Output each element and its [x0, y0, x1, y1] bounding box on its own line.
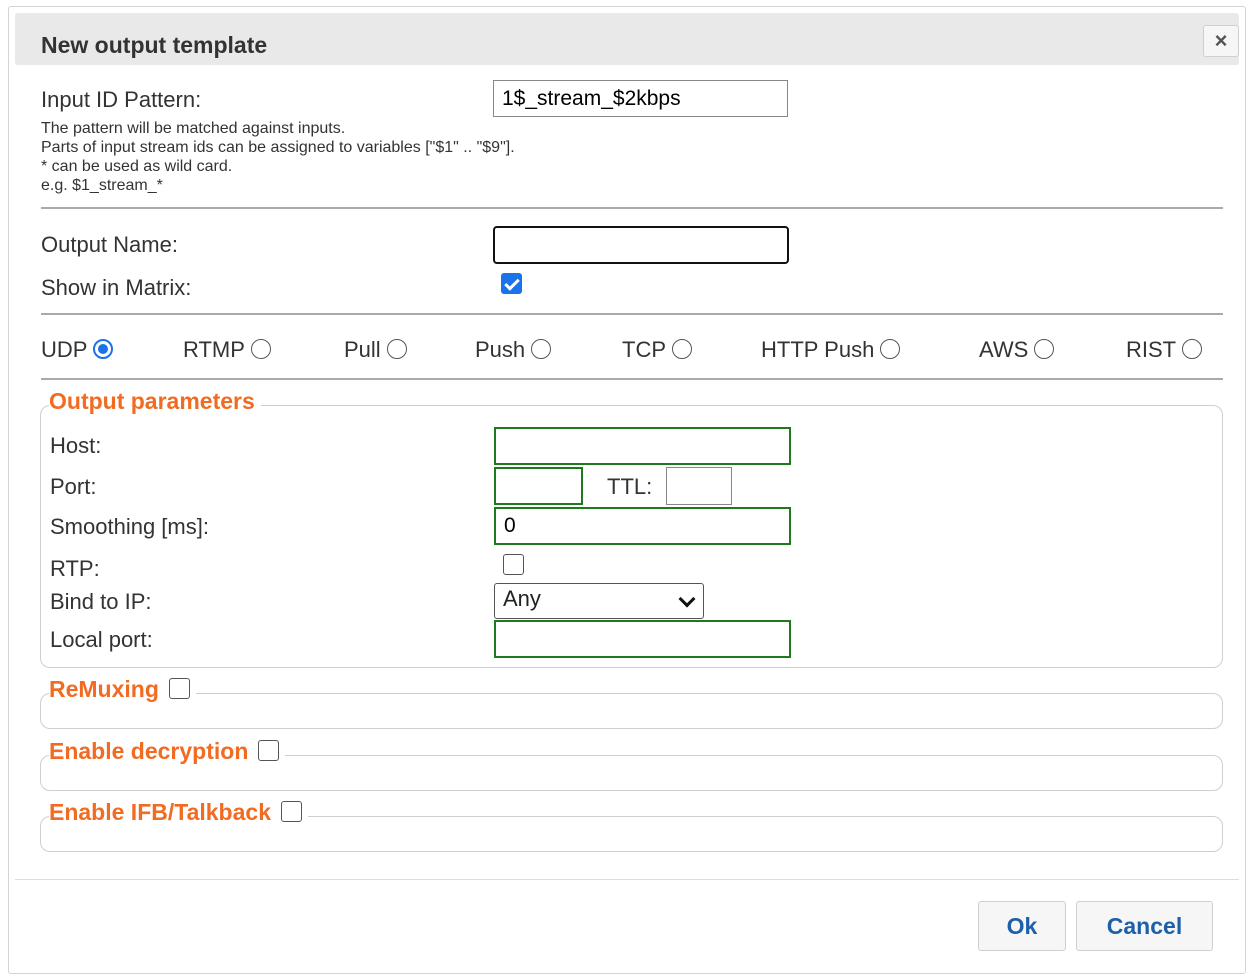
input-pattern-field[interactable]	[493, 80, 788, 117]
remuxing-legend: ReMuxing	[49, 676, 196, 703]
bind-to-ip-label: Bind to IP:	[50, 589, 152, 614]
smoothing-field[interactable]	[494, 507, 791, 545]
decryption-fieldset: Enable decryption	[40, 738, 1223, 791]
ifb-checkbox[interactable]	[280, 801, 302, 822]
ttl-label: TTL:	[607, 474, 653, 499]
divider	[41, 378, 1223, 380]
radio-label: RIST	[1126, 337, 1177, 362]
show-in-matrix-checkbox[interactable]	[501, 273, 522, 294]
output-parameters-legend: Output parameters	[49, 388, 261, 415]
decryption-label: Enable decryption	[49, 738, 249, 764]
ifb-label: Enable IFB/Talkback	[49, 799, 271, 825]
footer-divider	[15, 879, 1239, 880]
radio-label: TCP	[622, 337, 666, 362]
output-parameters-fieldset: Output parameters Host: Port: TTL: Smoot…	[40, 388, 1223, 668]
remuxing-label: ReMuxing	[49, 676, 159, 702]
radio-pull[interactable]: Pull	[344, 337, 407, 363]
radio-icon	[880, 339, 901, 359]
show-in-matrix-label: Show in Matrix:	[41, 275, 192, 300]
decryption-legend: Enable decryption	[49, 738, 286, 765]
rtp-checkbox[interactable]	[503, 554, 524, 575]
dialog-title: New output template	[41, 32, 268, 58]
local-port-field[interactable]	[494, 620, 791, 658]
input-pattern-label: Input ID Pattern:	[41, 87, 202, 112]
help-line: The pattern will be matched against inpu…	[41, 120, 346, 137]
remuxing-fieldset: ReMuxing	[40, 676, 1223, 729]
cancel-button[interactable]: Cancel	[1076, 901, 1213, 951]
divider	[41, 313, 1223, 315]
radio-rist[interactable]: RIST	[1126, 337, 1203, 363]
decryption-checkbox[interactable]	[258, 740, 280, 761]
radio-checked-icon	[93, 339, 114, 359]
dialog-titlebar: New output template ×	[15, 13, 1239, 65]
help-line: Parts of input stream ids can be assigne…	[41, 139, 515, 156]
local-port-label: Local port:	[50, 627, 153, 652]
radio-label: Pull	[344, 337, 381, 362]
input-pattern-help: The pattern will be matched against inpu…	[41, 119, 515, 195]
protocol-radio-group: UDP RTMP Pull Push TCP HTTP Push AWS RIS…	[41, 337, 1226, 371]
radio-icon	[1034, 339, 1055, 359]
ok-button[interactable]: Ok	[978, 901, 1066, 951]
radio-rtmp[interactable]: RTMP	[183, 337, 271, 363]
output-name-field[interactable]	[493, 226, 789, 264]
radio-label: RTMP	[183, 337, 245, 362]
radio-icon	[1182, 339, 1203, 359]
host-field[interactable]	[494, 427, 791, 465]
ifb-legend: Enable IFB/Talkback	[49, 799, 308, 826]
chevron-down-icon	[678, 590, 696, 608]
smoothing-label: Smoothing [ms]:	[50, 514, 209, 539]
radio-icon	[531, 339, 552, 359]
radio-icon	[386, 339, 407, 359]
output-name-label: Output Name:	[41, 232, 178, 257]
radio-label: HTTP Push	[761, 337, 875, 362]
radio-label: UDP	[41, 337, 88, 362]
radio-push[interactable]: Push	[475, 337, 552, 363]
radio-label: AWS	[979, 337, 1029, 362]
close-icon[interactable]: ×	[1203, 25, 1239, 57]
radio-icon	[672, 339, 692, 359]
port-field[interactable]	[494, 467, 583, 505]
help-line: * can be used as wild card.	[41, 158, 233, 175]
radio-aws[interactable]: AWS	[979, 337, 1055, 363]
new-output-template-dialog: New output template × Input ID Pattern: …	[8, 6, 1246, 974]
help-line: e.g. $1_stream_*	[41, 177, 163, 194]
remuxing-checkbox[interactable]	[168, 678, 190, 699]
ifb-fieldset: Enable IFB/Talkback	[40, 799, 1223, 852]
bind-to-ip-value: Any	[503, 586, 541, 611]
port-label: Port:	[50, 474, 97, 499]
radio-http-push[interactable]: HTTP Push	[761, 337, 901, 363]
radio-udp[interactable]: UDP	[41, 337, 114, 363]
rtp-label: RTP:	[50, 556, 100, 581]
host-label: Host:	[50, 433, 102, 458]
bind-to-ip-select[interactable]: Any	[494, 583, 704, 619]
radio-tcp[interactable]: TCP	[622, 337, 692, 363]
ttl-field[interactable]	[666, 467, 732, 505]
radio-icon	[250, 339, 271, 359]
radio-label: Push	[475, 337, 526, 362]
divider	[41, 207, 1223, 209]
